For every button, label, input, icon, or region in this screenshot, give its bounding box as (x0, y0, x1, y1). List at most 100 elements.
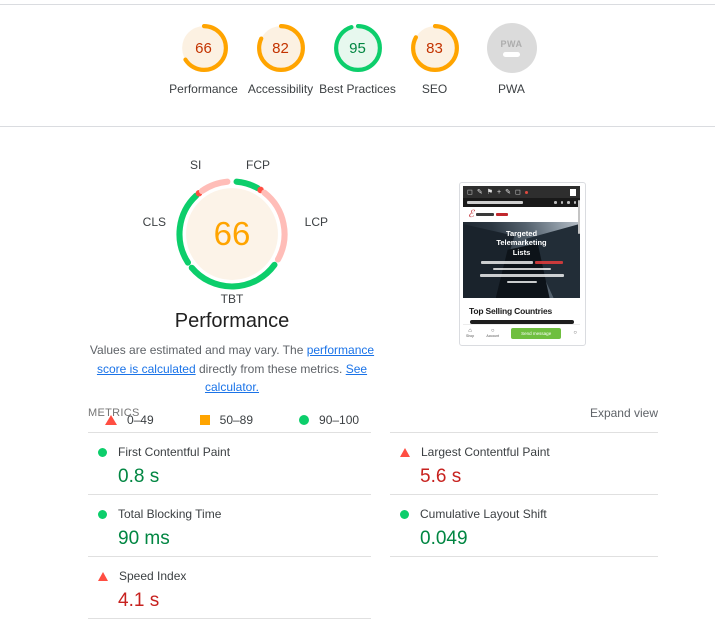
performance-score-value: 66 (195, 39, 212, 57)
nav-shop: ⌂ Shop (466, 328, 474, 339)
nav-shop-label: Shop (466, 333, 475, 338)
pwa-score-label: PWA (498, 82, 525, 96)
fail-triangle-icon (400, 447, 410, 457)
gauge-description: Values are estimated and may vary. The p… (72, 341, 392, 397)
performance-gauge-score: 66 (213, 215, 251, 252)
performance-score-gauge: 66 (179, 23, 229, 73)
accessibility-score-gauge: 82 (256, 23, 306, 73)
metric-total-blocking-time: Total Blocking Time 90 ms (88, 494, 371, 556)
metric-name: Largest Contentful Paint (421, 445, 550, 459)
performance-gauge: SI FCP CLS LCP TBT 66 (132, 158, 332, 306)
nav-account: ○ Account (486, 328, 499, 339)
metric-name: Cumulative Layout Shift (420, 507, 547, 521)
hero-text-bar (479, 274, 564, 277)
fail-triangle-icon (98, 571, 108, 581)
screenshot-logo-strip: ℰ (463, 207, 580, 222)
send-message-button: Send message (511, 327, 562, 339)
flag-icon: ⚑ (486, 189, 493, 196)
category-best-practices[interactable]: 95 Best Practices (319, 23, 396, 98)
performance-score-label: Performance (169, 82, 238, 96)
pencil-icon: ✎ (476, 189, 483, 196)
pwa-badge-text: PWA (500, 39, 523, 49)
gauge-label-si: SI (190, 158, 202, 172)
metric-value: 4.1 s (118, 590, 160, 611)
metrics-grid: First Contentful Paint 0.8 s Total Block… (88, 432, 658, 619)
social-icon (573, 201, 576, 204)
seo-score-label: SEO (421, 82, 448, 96)
pass-circle-icon (98, 447, 107, 457)
description-text-middle: directly from these metrics. (195, 361, 346, 376)
nav-extra: ○ (573, 330, 577, 336)
description-text-before: Values are estimated and may vary. The (89, 343, 307, 357)
screenshot-email-bar (463, 198, 580, 207)
metric-name: Total Blocking Time (118, 507, 222, 521)
screenshot-hero: Targeted Telemarketing Lists (463, 222, 580, 298)
screenshot-toolbar: ◻ ✎ ⚑ + ✎ ◻ (463, 186, 580, 198)
pwa-dash-icon (503, 52, 520, 57)
screenshot-section: Top Selling Countries (463, 298, 580, 324)
site-logo-icon: ℰ (468, 208, 475, 220)
red-dot-icon (524, 190, 528, 194)
metric-value: 5.6 s (420, 466, 462, 487)
metric-name: First Contentful Paint (118, 445, 231, 459)
nav-account-label: Account (486, 333, 500, 338)
metric-largest-contentful-paint: Largest Contentful Paint 5.6 s (390, 432, 658, 494)
metric-value: 90 ms (118, 528, 170, 549)
accessibility-score-label: Accessibility (247, 82, 314, 96)
hero-overlay: Targeted Telemarketing Lists (463, 222, 580, 284)
screenshot-bottom-nav: ⌂ Shop ○ Account Send message ○ (463, 324, 580, 341)
pwa-badge: PWA (486, 23, 537, 73)
metric-first-contentful-paint: First Contentful Paint 0.8 s (88, 432, 371, 494)
metrics-column-left: First Contentful Paint 0.8 s Total Block… (88, 432, 371, 619)
social-icon (567, 201, 570, 204)
page-square-icon (570, 188, 576, 196)
logo-accent-bar (496, 213, 509, 216)
metrics-header: METRICS Expand view (88, 406, 658, 420)
pass-circle-icon (400, 509, 409, 519)
category-seo[interactable]: 83 SEO (396, 23, 473, 98)
metric-name: Speed Index (119, 569, 187, 583)
home-icon: ⌂ (468, 327, 472, 334)
camera-icon: ◻ (467, 189, 473, 196)
page-screenshot: ◻ ✎ ⚑ + ✎ ◻ ℰ Targeted Telemarketing Lis… (463, 186, 580, 343)
performance-title: Performance (174, 310, 290, 332)
pen-icon: ✎ (505, 189, 511, 196)
metric-cumulative-layout-shift: Cumulative Layout Shift 0.049 (390, 494, 658, 556)
social-icon (554, 201, 557, 204)
email-text-bar (467, 201, 523, 204)
chat-icon: ○ (573, 330, 577, 336)
final-screenshot-thumbnail: ◻ ✎ ⚑ + ✎ ◻ ℰ Targeted Telemarketing Lis… (459, 182, 586, 346)
gauge-label-tbt: TBT (220, 292, 244, 306)
gauge-label-cls: CLS (142, 215, 166, 229)
metrics-heading: METRICS (88, 407, 140, 419)
gauge-label-lcp: LCP (304, 215, 328, 229)
social-icon (560, 201, 563, 204)
best-practices-score-value: 95 (349, 39, 366, 57)
person-icon: ○ (490, 327, 495, 334)
hero-title: Targeted Telemarketing Lists (496, 229, 547, 257)
hero-text-bar (534, 261, 563, 264)
pwa-badge-icon: PWA (486, 23, 537, 73)
gauge-label-fcp: FCP (246, 158, 270, 172)
category-pwa[interactable]: PWA PWA (473, 23, 550, 98)
plus-icon: + (496, 188, 502, 196)
record-icon: ◻ (514, 189, 521, 196)
metric-value: 0.049 (420, 528, 468, 549)
carousel-bar (469, 320, 574, 324)
metric-speed-index: Speed Index 4.1 s (88, 556, 371, 618)
category-performance[interactable]: 66 Performance (165, 23, 242, 98)
section-heading: Top Selling Countries (469, 306, 553, 316)
metric-value: 0.8 s (118, 466, 160, 487)
seo-score-gauge: 83 (410, 23, 460, 73)
hero-text-bar (480, 261, 533, 264)
best-practices-score-label: Best Practices (319, 82, 396, 96)
scores-header: 66 Performance 82 Accessibility 95 Best … (0, 4, 715, 127)
hero-text-bar (506, 280, 537, 284)
expand-view-button[interactable]: Expand view (590, 406, 658, 420)
category-accessibility[interactable]: 82 Accessibility (242, 23, 319, 98)
metrics-column-right: Largest Contentful Paint 5.6 s Cumulativ… (390, 432, 658, 557)
accessibility-score-value: 82 (272, 39, 289, 57)
pass-circle-icon (98, 509, 107, 519)
seo-score-value: 83 (426, 39, 443, 57)
performance-summary: SI FCP CLS LCP TBT 66 Performance Values… (72, 158, 392, 427)
